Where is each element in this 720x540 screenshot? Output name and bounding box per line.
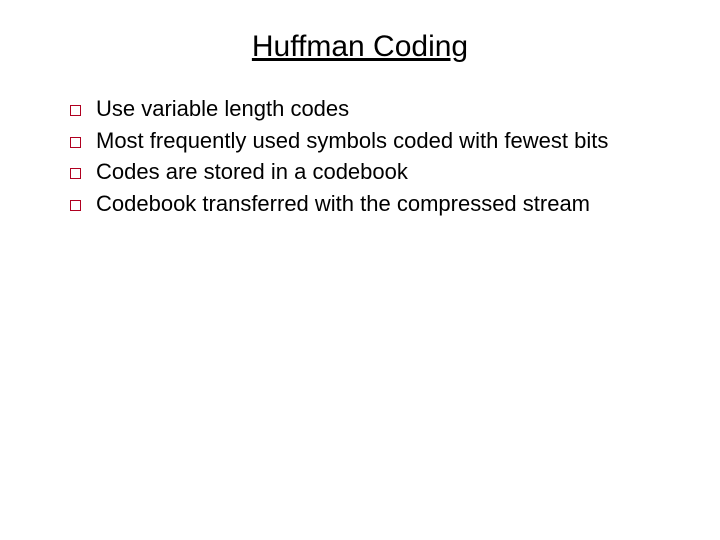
slide-title: Huffman Coding <box>40 30 680 64</box>
square-bullet-icon <box>70 137 81 148</box>
list-item-text: Codebook transferred with the compressed… <box>96 191 590 216</box>
square-bullet-icon <box>70 168 81 179</box>
list-item-text: Codes are stored in a codebook <box>96 159 408 184</box>
square-bullet-icon <box>70 105 81 116</box>
list-item: Codebook transferred with the compressed… <box>70 189 680 219</box>
slide: Huffman Coding Use variable length codes… <box>0 0 720 540</box>
list-item: Most frequently used symbols coded with … <box>70 126 680 156</box>
list-item: Use variable length codes <box>70 94 680 124</box>
bullet-list: Use variable length codes Most frequentl… <box>70 94 680 219</box>
list-item-text: Use variable length codes <box>96 96 349 121</box>
square-bullet-icon <box>70 200 81 211</box>
list-item-text: Most frequently used symbols coded with … <box>96 128 608 153</box>
list-item: Codes are stored in a codebook <box>70 157 680 187</box>
